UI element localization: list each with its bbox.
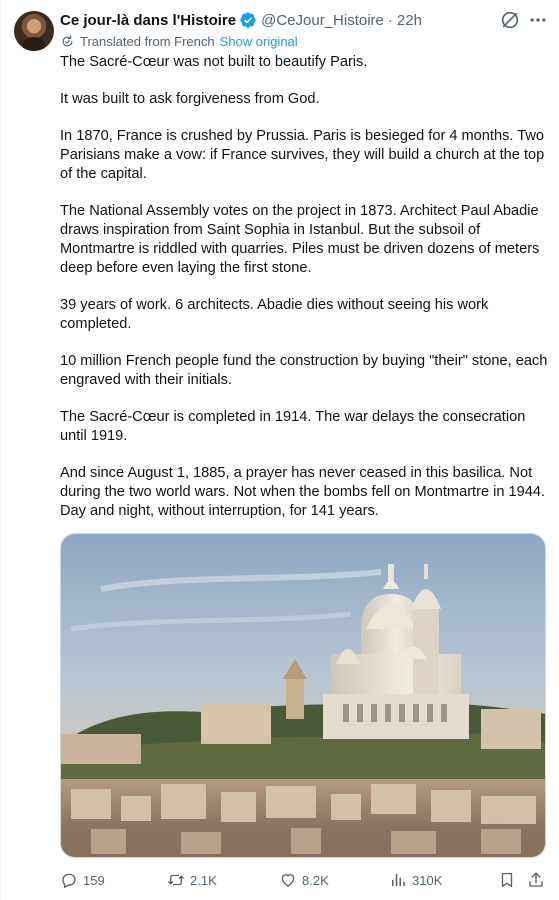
verified-badge-icon [240, 12, 256, 28]
views-count: 310K [412, 872, 443, 888]
views-icon [392, 874, 405, 886]
post-paragraph: And since August 1, 1885, a prayer has n… [60, 465, 546, 519]
translated-label: Translated from French [80, 34, 215, 49]
post-paragraph: The Sacré-Cœur was not built to beautify… [60, 54, 368, 70]
post-paragraph: In 1870, France is crushed by Prussia. P… [60, 128, 545, 182]
post-paragraph: 39 years of work. 6 architects. Abadie d… [60, 297, 489, 332]
repost-icon [168, 874, 184, 886]
post-paragraph: The National Assembly votes on the proje… [60, 203, 540, 276]
reply-count: 159 [83, 872, 105, 888]
bookmark-button[interactable] [498, 870, 516, 890]
more-icon[interactable] [528, 10, 548, 30]
like-count: 8.2K [302, 872, 329, 888]
post-paragraph: It was built to ask forgiveness from God… [60, 91, 320, 107]
translate-icon [62, 35, 73, 47]
bookmark-icon [501, 872, 513, 888]
avatar[interactable] [14, 11, 54, 51]
views-button[interactable]: 310K [389, 870, 442, 890]
separator-dot: · [387, 11, 393, 29]
grok-icon[interactable] [499, 9, 521, 31]
show-original-link[interactable]: Show original [220, 34, 298, 49]
like-button[interactable]: 8.2K [279, 870, 329, 890]
heart-icon [281, 874, 295, 887]
post-time[interactable]: 22h [397, 12, 422, 29]
reply-icon [62, 873, 76, 888]
repost-count: 2.1K [190, 872, 217, 888]
translation-notice: Translated from French Show original [60, 34, 298, 49]
post-actions: 159 2.1K 8.2K 310K [60, 870, 546, 890]
reply-button[interactable]: 159 [60, 870, 105, 890]
author-name[interactable]: Ce jour-là dans l'Histoire [60, 12, 236, 29]
author-handle[interactable]: @CeJour_Histoire [261, 12, 384, 29]
post-paragraph: 10 million French people fund the constr… [60, 353, 548, 388]
post-text: The Sacré-Cœur was not built to beautify… [60, 53, 550, 521]
sacre-coeur-photo [61, 534, 545, 857]
column-divider [0, 0, 1, 900]
share-button[interactable] [527, 870, 545, 890]
repost-button[interactable]: 2.1K [167, 870, 217, 890]
post-paragraph: The Sacré-Cœur is completed in 1914. The… [60, 409, 526, 444]
share-icon [529, 872, 543, 887]
post-header: Ce jour-là dans l'Histoire @CeJour_Histo… [60, 9, 422, 31]
post-image[interactable] [60, 533, 546, 858]
